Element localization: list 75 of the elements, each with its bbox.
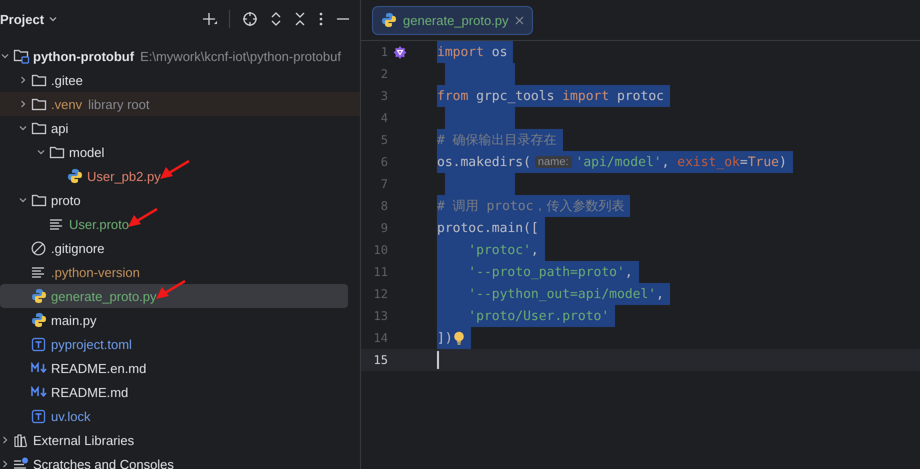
folder-icon (31, 193, 47, 207)
file-name[interactable]: External Libraries (33, 432, 134, 448)
file-name[interactable]: README.en.md (51, 360, 146, 376)
file-name[interactable]: model (69, 144, 104, 160)
file-name[interactable]: .gitignore (51, 240, 104, 256)
file-name[interactable]: api (51, 120, 68, 136)
line-number: 10 (372, 243, 388, 257)
python-icon (381, 12, 397, 28)
add-icon[interactable] (201, 11, 217, 27)
target-icon[interactable] (242, 11, 258, 27)
file-name[interactable]: pyproject.toml (51, 336, 132, 352)
file-name[interactable]: .venv (51, 96, 82, 112)
scratches-icon (13, 456, 29, 469)
text-cursor (437, 351, 439, 369)
python-icon (31, 288, 47, 304)
chevron-right-icon[interactable] (18, 75, 28, 85)
star-badge-icon[interactable] (393, 45, 407, 59)
python-icon (67, 168, 83, 184)
folder-icon (31, 97, 47, 111)
text-file-icon (31, 265, 45, 279)
line-number: 6 (380, 155, 388, 169)
line-number: 7 (380, 177, 388, 191)
editor-tab[interactable]: generate_proto.py (372, 6, 533, 34)
close-icon[interactable] (514, 16, 524, 24)
highlighted-tree-row[interactable]: .venv library root (0, 92, 360, 116)
libraries-icon (13, 432, 28, 448)
line-number: 13 (372, 309, 388, 323)
lightbulb-icon[interactable] (452, 331, 465, 345)
file-name[interactable]: .python-version (51, 264, 140, 280)
text-t-file-icon (31, 336, 46, 352)
file-name[interactable]: proto (51, 192, 81, 208)
line-number: 1 (380, 45, 388, 59)
chevron-down-icon[interactable] (18, 123, 28, 133)
chevron-right-icon[interactable] (0, 459, 10, 469)
text-file-icon (49, 217, 63, 231)
chevron-down-icon[interactable] (36, 147, 46, 157)
chevron-right-icon[interactable] (0, 435, 10, 445)
python-icon (31, 312, 47, 328)
chevron-right-icon[interactable] (18, 99, 28, 109)
file-name[interactable]: uv.lock (51, 408, 90, 424)
line-number: 15 (372, 353, 388, 367)
file-name[interactable]: .gitee (51, 72, 83, 88)
markdown-icon (31, 386, 48, 398)
text-t-file-icon (31, 408, 46, 424)
file-name[interactable]: README.md (51, 384, 128, 400)
folder-icon (31, 121, 47, 135)
line-number: 11 (372, 265, 388, 279)
file-name[interactable]: User_pb2.py (87, 168, 161, 184)
line-number: 5 (380, 133, 388, 147)
ignore-file-icon (31, 240, 46, 256)
more-icon[interactable] (318, 11, 324, 27)
line-number: 12 (372, 287, 388, 301)
chevron-down-icon[interactable] (18, 195, 28, 205)
line-number: 14 (372, 331, 388, 345)
file-name[interactable]: python-protobuf (33, 48, 134, 64)
file-name[interactable]: User.proto (69, 216, 129, 232)
chevron-down-icon[interactable] (48, 14, 58, 24)
expand-all-icon[interactable] (270, 11, 282, 27)
file-name[interactable]: generate_proto.py (51, 288, 157, 304)
chevron-down-icon[interactable] (0, 51, 10, 61)
line-number: 9 (380, 221, 388, 235)
folder-icon (49, 145, 65, 159)
line-number: 3 (380, 89, 388, 103)
line-number: 2 (380, 67, 388, 81)
file-name[interactable]: Scratches and Consoles (33, 456, 174, 469)
module-folder-icon (13, 48, 30, 64)
panel-title[interactable]: Project (0, 12, 58, 26)
line-number: 4 (380, 111, 388, 125)
path-hint: E:\mywork\kcnf-iot\python-protobuf (140, 48, 341, 64)
collapse-all-icon[interactable] (294, 11, 306, 27)
markdown-icon (31, 362, 48, 374)
line-number: 8 (380, 199, 388, 213)
folder-icon (31, 73, 47, 87)
path-hint: library root (88, 96, 150, 112)
file-name[interactable]: main.py (51, 312, 97, 328)
